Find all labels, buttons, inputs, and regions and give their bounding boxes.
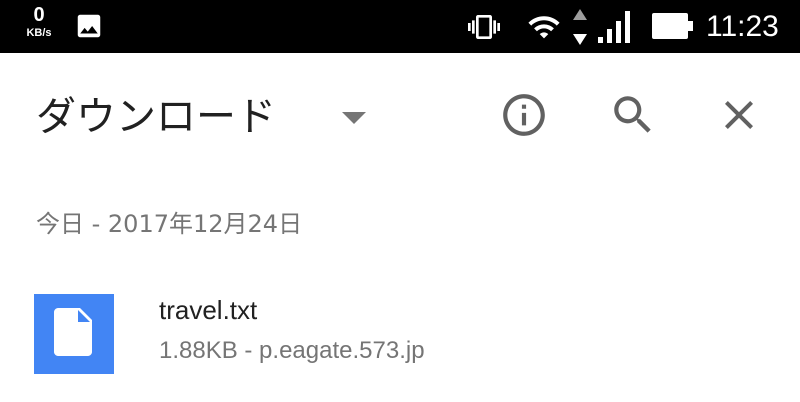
search-icon [608, 90, 658, 144]
document-icon [54, 308, 94, 360]
image-icon [74, 11, 104, 45]
date-section-header: 今日 - 2017年12月24日 [36, 210, 303, 238]
dropdown-arrow-icon[interactable] [340, 110, 368, 129]
file-thumbnail [34, 294, 114, 374]
close-icon [715, 91, 763, 143]
signal-icon [598, 11, 634, 47]
battery-icon [652, 13, 694, 43]
download-list-item[interactable]: travel.txt 1.88KB - p.eagate.573.jp [0, 272, 800, 392]
network-speed-unit: KB/s [26, 27, 52, 39]
wifi-icon [526, 10, 562, 48]
search-button[interactable] [605, 89, 661, 145]
info-button[interactable] [496, 89, 552, 145]
app-bar: ダウンロード [0, 53, 800, 181]
file-meta: 1.88KB - p.eagate.573.jp [159, 337, 425, 364]
status-clock: 11:23 [706, 10, 779, 43]
file-name: travel.txt [159, 295, 258, 325]
network-speed-value: 0 [33, 4, 45, 26]
status-bar: 0 KB/s 11:23 [0, 0, 800, 53]
page-title: ダウンロード [36, 94, 276, 140]
vibrate-icon [466, 11, 502, 47]
info-icon [499, 90, 549, 144]
close-button[interactable] [711, 89, 767, 145]
network-speed: 0 KB/s [18, 4, 60, 40]
data-transfer-icon [572, 9, 588, 49]
